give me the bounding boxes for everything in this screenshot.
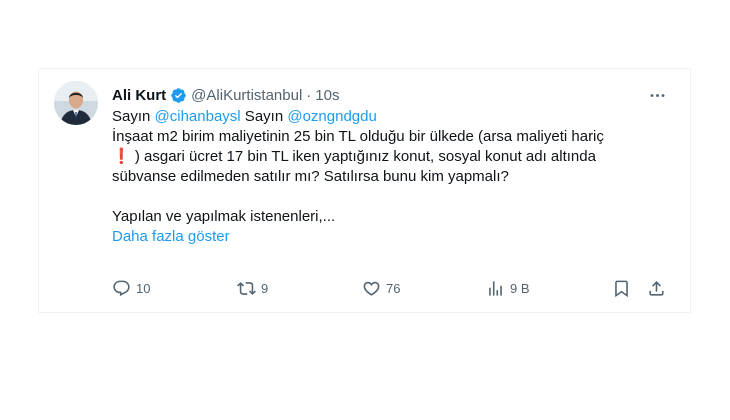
bookmark-icon [612,279,631,298]
tweet-line-2: İnşaat m2 birim maliyetinin 25 bin TL ol… [112,128,604,145]
like-button[interactable]: 76 [362,277,400,299]
retweet-button[interactable]: 9 [237,277,268,299]
mention-link[interactable]: @ozngndgdu [287,108,376,125]
tweet-line-4: sübvanse edilmeden satılır mı? Satılırsa… [112,168,509,185]
separator-dot: · [306,86,312,104]
reply-icon [112,279,131,298]
share-button[interactable] [647,277,666,299]
tweet-line-1: Sayın @cihanbaysl Sayın @ozngndgdu [112,107,672,127]
tweet-text: Sayın @cihanbaysl Sayın @ozngndgdu İnşaa… [112,107,672,247]
mention-link[interactable]: @cihanbaysl [155,108,241,125]
views-button[interactable]: 9 B [486,277,530,299]
reply-count: 10 [136,280,151,296]
tweet-line-5: Yapılan ve yapılmak istenenleri,... [112,208,336,225]
retweet-count: 9 [261,280,269,296]
avatar[interactable] [54,81,98,125]
show-more-link[interactable]: Daha fazla göster [112,227,672,247]
tweet-header: Ali Kurt @AliKurtistanbul · 10s [112,85,339,105]
timestamp[interactable]: 10s [315,87,339,104]
tweet-line-3: ❗ ) asgari ücret 17 bin TL iken yaptığın… [112,147,672,167]
text-prefix: Sayın [112,108,155,125]
like-count: 76 [386,280,401,296]
views-icon [486,279,505,298]
reply-button[interactable]: 10 [112,277,150,299]
bookmark-button[interactable] [612,277,631,299]
exclamation-emoji-icon: ❗ [112,148,131,165]
heart-icon [362,279,381,298]
retweet-icon [237,279,256,298]
more-options-icon[interactable] [645,85,669,105]
text-mid: Sayın [240,108,288,125]
verified-badge-icon [170,87,187,104]
display-name[interactable]: Ali Kurt [112,87,166,104]
views-count: 9 B [510,280,530,296]
tweet-actions: 10 9 76 9 B [112,277,672,299]
share-icon [647,279,666,298]
handle[interactable]: @AliKurtistanbul [191,87,302,104]
tweet-line-3-text: ) asgari ücret 17 bin TL iken yaptığınız… [130,148,596,165]
